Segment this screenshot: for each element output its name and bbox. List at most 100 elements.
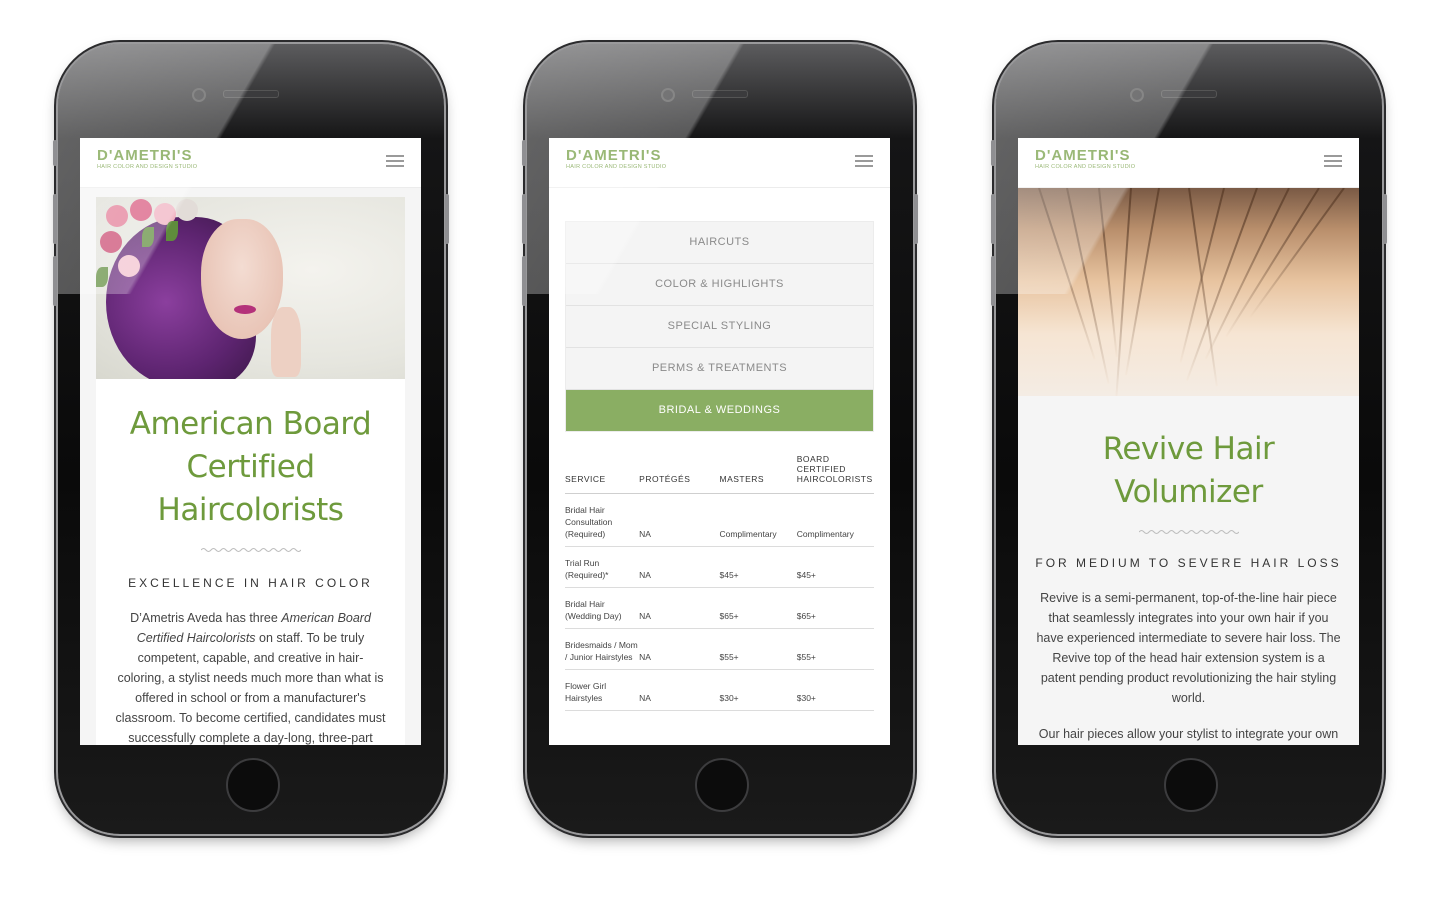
phone-frame-2: D'AMETRI'S HAIR COLOR AND DESIGN STUDIO … [522, 44, 918, 834]
earpiece-speaker [692, 90, 748, 98]
proteges-price-cell: NA [639, 669, 720, 711]
column-header-proteges: PROTÉGÉS [639, 454, 720, 494]
site-header: D'AMETRI'S HAIR COLOR AND DESIGN STUDIO [1018, 138, 1359, 188]
mute-switch [991, 140, 995, 166]
service-category-list: HAIRCUTS COLOR & HIGHLIGHTS SPECIAL STYL… [565, 221, 874, 432]
section-kicker: FOR MEDIUM TO SEVERE HAIR LOSS [1035, 556, 1342, 570]
hamburger-menu-icon[interactable] [855, 155, 873, 169]
volume-up-button [991, 194, 995, 244]
mute-switch [53, 140, 57, 166]
table-row: Bridesmaids / Mom / Junior Hairstyles NA… [565, 628, 874, 670]
logo-name: D'AMETRI'S [1035, 147, 1131, 164]
table-row: Flower Girl Hairstyles NA $30+ $30+ [565, 669, 874, 711]
hero-image-purple-hair-model [96, 197, 405, 379]
brand-logo[interactable]: D'AMETRI'S HAIR COLOR AND DESIGN STUDIO [1035, 148, 1135, 170]
service-cell: Bridal Hair (Wedding Day) [565, 587, 640, 629]
site-header: D'AMETRI'S HAIR COLOR AND DESIGN STUDIO [80, 138, 421, 188]
content-panel: American Board Certified Haircolorists E… [96, 197, 405, 745]
service-cell: Bridesmaids / Mom / Junior Hairstyles [565, 628, 640, 670]
site-header: D'AMETRI'S HAIR COLOR AND DESIGN STUDIO [549, 138, 890, 188]
pricing-table: SERVICE PROTÉGÉS MASTERS BOARD CERTIFIED… [565, 454, 874, 711]
headline-line-2: Volumizer [1114, 474, 1263, 510]
logo-name: D'AMETRI'S [97, 147, 193, 164]
category-color-highlights[interactable]: COLOR & HIGHLIGHTS [566, 264, 873, 306]
volume-down-button [991, 256, 995, 306]
headline-line-2: Certified [186, 449, 315, 485]
column-header-masters: MASTERS [719, 454, 797, 494]
board-certified-price-cell: $55+ [796, 628, 874, 670]
service-cell: Bridal Hair Consultation (Required) [565, 493, 640, 547]
phone-frame-1: D'AMETRI'S HAIR COLOR AND DESIGN STUDIO [53, 44, 449, 834]
volume-up-button [522, 194, 526, 244]
table-row: Bridal Hair (Wedding Day) NA $65+ $65+ [565, 587, 874, 629]
wavy-divider [200, 548, 301, 552]
intro-paragraph: D’Ametris Aveda has three American Board… [96, 608, 405, 745]
category-bridal-weddings[interactable]: BRIDAL & WEDDINGS [566, 390, 873, 431]
earpiece-speaker [1161, 90, 1217, 98]
table-row: Trial Run (Required)* NA $45+ $45+ [565, 546, 874, 588]
power-button [1383, 194, 1387, 244]
board-certified-price-cell: $30+ [796, 669, 874, 711]
brand-logo[interactable]: D'AMETRI'S HAIR COLOR AND DESIGN STUDIO [566, 148, 666, 170]
description-paragraph-2: Our hair pieces allow your stylist to in… [1038, 727, 1339, 741]
headline-line-3: Haircolorists [157, 492, 344, 528]
page-headline: Revive Hair Volumizer [1018, 396, 1359, 514]
headline-line-1: American Board [129, 406, 372, 442]
table-header-row: SERVICE PROTÉGÉS MASTERS BOARD CERTIFIED… [565, 454, 874, 494]
category-perms-treatments[interactable]: PERMS & TREATMENTS [566, 348, 873, 390]
logo-name: D'AMETRI'S [566, 147, 662, 164]
earpiece-speaker [223, 90, 279, 98]
board-certified-price-cell: $65+ [796, 587, 874, 629]
section-kicker: EXCELLENCE IN HAIR COLOR [128, 576, 373, 590]
intro-text-1: D’Ametris Aveda has three [130, 611, 282, 625]
front-camera [661, 88, 675, 102]
headline-line-1: Revive Hair [1102, 431, 1275, 467]
page-content: American Board Certified Haircolorists E… [80, 188, 421, 745]
power-button [445, 194, 449, 244]
masters-price-cell: $30+ [719, 669, 797, 711]
hamburger-menu-icon[interactable] [1324, 155, 1342, 169]
logo-tagline: HAIR COLOR AND DESIGN STUDIO [97, 164, 198, 170]
mute-switch [522, 140, 526, 166]
proteges-price-cell: NA [639, 493, 720, 547]
home-button [226, 758, 280, 812]
phone-screen-1: D'AMETRI'S HAIR COLOR AND DESIGN STUDIO [80, 138, 421, 745]
column-header-service: SERVICE [565, 454, 640, 494]
home-button [695, 758, 749, 812]
volume-up-button [53, 194, 57, 244]
description-paragraph-1: Revive is a semi-permanent, top-of-the-l… [1036, 591, 1341, 705]
board-certified-price-cell: $45+ [796, 546, 874, 588]
category-special-styling[interactable]: SPECIAL STYLING [566, 306, 873, 348]
phone-screen-3: D'AMETRI'S HAIR COLOR AND DESIGN STUDIO … [1018, 138, 1359, 745]
intro-text-2: on staff. To be truly competent, capable… [115, 631, 386, 745]
proteges-price-cell: NA [639, 546, 720, 588]
logo-tagline: HAIR COLOR AND DESIGN STUDIO [566, 164, 667, 170]
front-camera [1130, 88, 1144, 102]
wavy-divider [1138, 530, 1239, 534]
hero-image-hair-closeup [1018, 188, 1359, 396]
phone-screen-2: D'AMETRI'S HAIR COLOR AND DESIGN STUDIO … [549, 138, 890, 745]
masters-price-cell: $45+ [719, 546, 797, 588]
category-haircuts[interactable]: HAIRCUTS [566, 222, 873, 264]
power-button [914, 194, 918, 244]
product-description: Revive is a semi-permanent, top-of-the-l… [1018, 588, 1359, 745]
phone-frame-3: D'AMETRI'S HAIR COLOR AND DESIGN STUDIO … [991, 44, 1387, 834]
home-button [1164, 758, 1218, 812]
service-cell: Flower Girl Hairstyles [565, 669, 640, 711]
proteges-price-cell: NA [639, 587, 720, 629]
logo-tagline: HAIR COLOR AND DESIGN STUDIO [1035, 164, 1136, 170]
column-header-board-certified: BOARD CERTIFIED HAIRCOLORISTS [796, 454, 874, 494]
masters-price-cell: $55+ [719, 628, 797, 670]
board-certified-price-cell: Complimentary [796, 493, 874, 547]
masters-price-cell: $65+ [719, 587, 797, 629]
table-row: Bridal Hair Consultation (Required) NA C… [565, 493, 874, 547]
volume-down-button [522, 256, 526, 306]
front-camera [192, 88, 206, 102]
page-content: Revive Hair Volumizer FOR MEDIUM TO SEVE… [1018, 396, 1359, 745]
volume-down-button [53, 256, 57, 306]
page-headline: American Board Certified Haircolorists [96, 403, 405, 532]
proteges-price-cell: NA [639, 628, 720, 670]
brand-logo[interactable]: D'AMETRI'S HAIR COLOR AND DESIGN STUDIO [97, 148, 197, 170]
hamburger-menu-icon[interactable] [386, 155, 404, 169]
service-cell: Trial Run (Required)* [565, 546, 640, 588]
